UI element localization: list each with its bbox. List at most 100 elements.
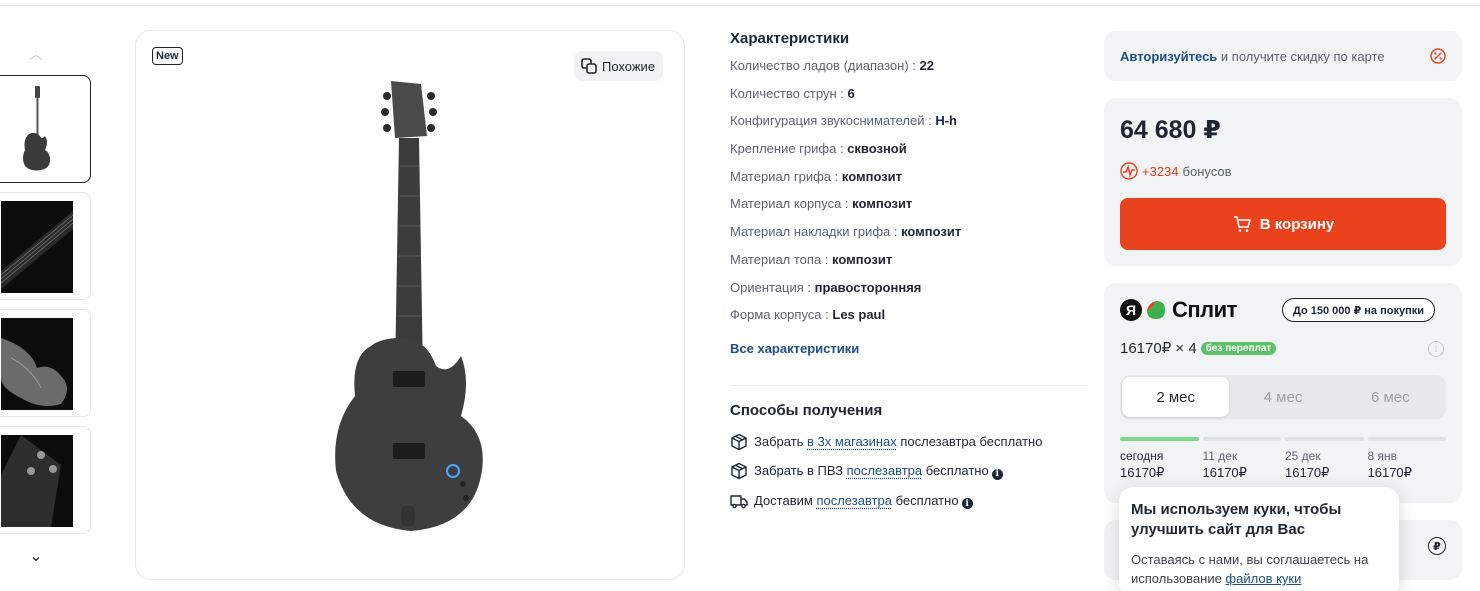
guitar-thumbnail-icon [23,86,51,171]
spec-value: Les paul [832,307,886,323]
split-logo: Я Сплит [1120,297,1237,323]
bonus-info: +3234 бонусов [1120,162,1232,180]
split-limit-badge[interactable]: До 150 000 ₽ на покупки [1282,298,1435,322]
neck-closeup-icon [0,211,74,289]
body-closeup-icon [1,338,67,406]
schedule-date: 8 янв [1367,449,1398,463]
spec-list: Количество ладов (диапазон) : 22 Количест… [730,58,1090,335]
box-icon [730,462,748,480]
spec-label: Крепление грифа : [730,141,848,157]
spec-value: правосторонняя [814,279,922,295]
thumbnail-headstock[interactable] [0,426,91,534]
delivery-pre: Забрать в ПВЗ [754,463,847,478]
info-icon[interactable]: i [991,468,1003,480]
bonus-icon [1120,162,1138,180]
spec-label: Количество струн : [730,85,848,101]
auth-text: и получите скидку по карте [1217,48,1385,64]
schedule-progress-bar [1202,437,1281,441]
delivery-text: Забрать в ПВЗ послезавтра бесплатно i [754,463,1003,480]
box-icon [730,433,748,451]
split-payment-amount: 16170₽ × 4 [1120,340,1197,357]
tab-months[interactable]: 2 мес [1122,377,1230,417]
thumbnail-neck[interactable] [0,192,91,300]
schedule-progress-bar [1285,437,1364,441]
thumbnails-down-icon[interactable]: ⌄ [26,546,46,565]
spec-label: Количество ладов (диапазон) : [730,58,920,73]
top-divider [0,5,1480,6]
no-overpay-badge: без переплат [1200,341,1277,355]
cart-label: В корзину [1259,215,1335,233]
similar-button[interactable]: Похожие [574,51,664,81]
delivery-title: Способы получения [730,402,883,419]
delivery-row: Доставим послезавтра бесплатно i [730,486,1090,516]
yandex-logo-icon: Я [1120,299,1142,321]
price-panel: 64 680 ₽ +3234 бонусов В корзину [1104,98,1462,266]
spec-value: 22 [919,58,934,73]
login-link[interactable]: Авторизуйтесь [1120,49,1217,64]
bonus-text: бонусов [1182,163,1232,179]
spec-label: Форма корпуса : [730,307,833,323]
delivery-text: Доставим послезавтра бесплатно i [754,492,973,509]
split-schedule: сегодня 16170₽ 11 дек 16170₽ 25 дек 16170₽ 8 я… [1120,437,1446,481]
schedule-date: 11 дек [1202,449,1238,463]
ruble-icon: ₽ [1428,537,1446,555]
delivery-post: бесплатно [922,463,989,478]
spec-label: Материал грифа : [730,168,842,184]
thumbnail-body[interactable] [0,309,91,417]
info-icon[interactable]: i [961,498,973,509]
split-name: Сплит [1172,297,1237,322]
auth-discount-banner: Авторизуйтесь и получите скидку по карте [1104,31,1462,81]
spec-label: Конфигурация звукоснимателей : [730,113,936,129]
tab-months[interactable]: 4 мес [1229,377,1336,417]
thumbnail-front[interactable] [0,75,91,183]
delivery-post: бесплатно [891,492,959,508]
schedule-item: 11 дек 16170₽ [1202,437,1281,481]
truck-icon [730,492,748,510]
spec-label: Материал корпуса : [730,196,853,212]
delivery-link[interactable]: в 3х магазинах [807,434,897,449]
schedule-amount: 16170₽ [1285,465,1330,480]
spec-value: сквозной [847,141,907,157]
cookie-title: Мы используем куки, чтобы улучшить сайт … [1131,501,1342,538]
add-to-cart-button[interactable]: В корзину [1120,198,1446,250]
specs-divider [730,385,1088,386]
spec-row: Ориентация : правосторонняя [730,280,1090,308]
cookie-popup: Мы используем куки, чтобы улучшить сайт … [1119,487,1399,591]
delivery-link[interactable]: послезавтра [816,493,892,508]
spec-value: композит [841,168,903,184]
delivery-row: Забрать в 3х магазинах послезавтра беспл… [730,427,1090,457]
thumbnails-up-icon[interactable]: ︿ [26,44,46,62]
schedule-amount: 16170₽ [1202,465,1247,480]
spec-label: Материал накладки грифа : [730,224,902,240]
spec-value: 6 [847,85,855,101]
cookie-text: Оставаясь с нами, вы соглашаетесь на исп… [1131,550,1387,588]
specs-title: Характеристики [730,30,850,47]
delivery-link[interactable]: послезавтра [847,463,923,478]
spec-label: Ориентация : [730,279,815,295]
delivery-text: Забрать в 3х магазинах послезавтра беспл… [754,434,1042,449]
bonus-value: +3234 [1142,163,1179,179]
split-months-tabs: 2 мес 4 мес 6 мес [1120,375,1446,419]
split-payment: 16170₽ × 4 без переплат [1120,339,1277,357]
similar-icon [581,58,597,74]
tab-months[interactable]: 6 мес [1337,377,1444,417]
price-value: 64 680 ₽ [1120,116,1221,144]
spec-value: композит [852,196,913,212]
cart-icon [1233,216,1251,232]
schedule-date: 25 дек [1285,449,1321,463]
discount-percent-icon [1430,48,1446,64]
cookie-files-link[interactable]: файлов куки [1225,571,1301,586]
delivery-section: Способы получения Забрать в 3х магазинах… [730,402,1090,516]
spec-row: Материал корпуса : композит [730,196,1090,224]
all-specs-link[interactable]: Все характеристики [730,341,859,356]
schedule-item: 8 янв 16170₽ [1367,437,1446,481]
schedule-amount: 16170₽ [1367,465,1412,480]
delivery-post: послезавтра бесплатно [896,434,1043,450]
delivery-row: Забрать в ПВЗ послезавтра бесплатно i [730,457,1090,487]
schedule-item: сегодня 16170₽ [1120,437,1199,481]
similar-label: Похожие [602,58,656,74]
delivery-pre: Забрать [754,434,808,450]
spec-row: Конфигурация звукоснимателей : H-h [730,113,1090,141]
specs-section: Характеристики Количество ладов (диапазо… [730,30,1090,358]
split-info-icon[interactable]: i [1428,341,1444,357]
